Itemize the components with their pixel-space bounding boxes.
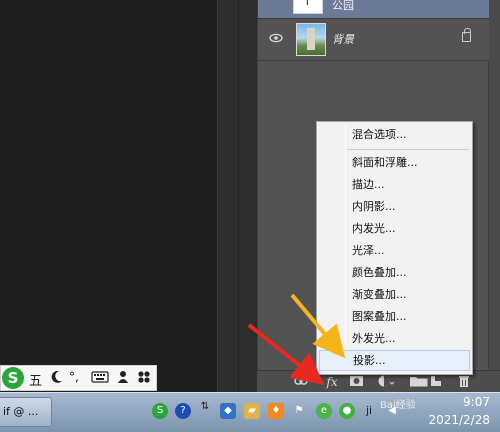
new-layer-icon[interactable]	[429, 374, 443, 390]
layer-row-background[interactable]: 背景	[258, 19, 489, 61]
adjustment-icon[interactable]	[377, 374, 395, 390]
clock-time[interactable]: 9:07	[463, 395, 490, 409]
taskbar-window-button[interactable]: if @ ...	[0, 397, 52, 427]
layer-name-background: 背景	[332, 33, 354, 46]
panel-dock-strip	[217, 0, 257, 392]
moon-icon[interactable]	[51, 370, 63, 388]
document-canvas[interactable]	[0, 0, 217, 392]
menu-item-bevel-emboss[interactable]: 斜面和浮雕...	[319, 152, 470, 173]
menu-item-satin[interactable]: 光泽...	[319, 240, 470, 261]
network-icon[interactable]: ⇅	[197, 399, 213, 415]
cube-icon[interactable]: ◆	[220, 403, 236, 419]
layer-name-park: 公园	[332, 0, 354, 12]
user-icon[interactable]	[117, 370, 129, 388]
windows-taskbar: if @ ... S ? ⇅ ◆ ▰ ♦ ⚑ e ● ji ◀ 9:07 202…	[0, 392, 500, 432]
sogou-icon[interactable]: S	[152, 403, 168, 419]
grid-icon[interactable]	[137, 370, 151, 388]
mask-icon[interactable]	[349, 374, 365, 390]
punctuation-icon[interactable]: °,	[69, 370, 79, 384]
lock-icon	[462, 28, 471, 42]
layer-row-park[interactable]: T 公园	[258, 0, 489, 19]
ime-mode-label[interactable]: 五	[29, 370, 42, 389]
flag-icon[interactable]: ⚑	[291, 403, 307, 419]
menu-item-stroke[interactable]: 描边...	[319, 174, 470, 195]
eye-icon[interactable]	[269, 31, 283, 45]
menu-item-drop-shadow[interactable]: 投影...	[319, 350, 470, 371]
ime-toolbar: S 五 °,	[0, 365, 157, 391]
photoshop-window: T 公园 背景 fx 混合选项... 斜面和浮雕... 描边... 内阴影...…	[0, 0, 500, 432]
text-layer-thumbnail: T	[293, 0, 323, 14]
divider	[238, 0, 239, 392]
menu-item-outer-glow[interactable]: 外发光...	[319, 328, 470, 349]
folder-icon[interactable]	[409, 374, 429, 390]
link-icon[interactable]	[294, 374, 308, 390]
menu-item-gradient-overlay[interactable]: 渐变叠加...	[319, 284, 470, 305]
trash-icon[interactable]	[457, 374, 471, 390]
menu-item-blending-options[interactable]: 混合选项...	[319, 124, 470, 145]
menu-item-color-overlay[interactable]: 颜色叠加...	[319, 262, 470, 283]
layers-scrollbar[interactable]	[488, 0, 500, 392]
menu-item-inner-shadow[interactable]: 内阴影...	[319, 196, 470, 217]
background-thumbnail	[296, 23, 326, 56]
keyboard-icon[interactable]	[91, 370, 109, 387]
sogou-logo-icon[interactable]: S	[2, 367, 24, 389]
menu-separator	[347, 149, 469, 150]
tray-text: ji	[365, 404, 373, 417]
wechat-icon[interactable]: ●	[339, 403, 355, 419]
menu-item-pattern-overlay[interactable]: 图案叠加...	[319, 306, 470, 327]
shield-icon[interactable]: ♦	[268, 403, 284, 419]
baidu-watermark: Bai经验	[380, 400, 416, 411]
folder-icon[interactable]: ▰	[244, 403, 260, 419]
layer-style-menu: 混合选项... 斜面和浮雕... 描边... 内阴影... 内发光... 光泽.…	[316, 121, 473, 375]
help-icon[interactable]: ?	[175, 403, 191, 419]
clock-date[interactable]: 2021/2/28	[428, 413, 490, 427]
menu-item-inner-glow[interactable]: 内发光...	[319, 218, 470, 239]
green-circle-icon[interactable]: e	[316, 403, 332, 419]
fx-button[interactable]: fx	[321, 374, 343, 390]
